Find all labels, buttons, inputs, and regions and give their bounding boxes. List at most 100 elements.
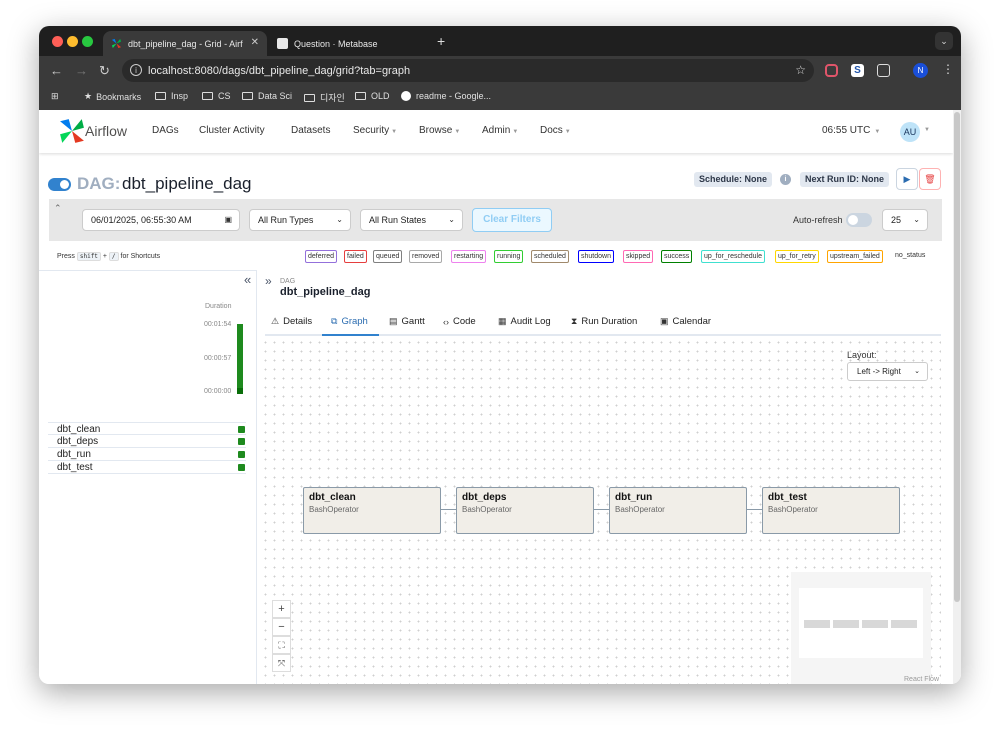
browser-tab-airflow[interactable]: dbt_pipeline_dag - Grid - Airf ✕ xyxy=(103,31,267,56)
back-arrow-icon[interactable]: ← xyxy=(50,63,63,78)
site-info-icon[interactable]: i xyxy=(130,64,142,76)
user-avatar[interactable]: AU xyxy=(900,122,920,142)
airflow-logo-icon[interactable] xyxy=(59,118,84,143)
auto-refresh-switch[interactable] xyxy=(846,213,872,227)
nav-docs[interactable]: Docs ▼ xyxy=(540,125,571,136)
zoom-in-button[interactable]: + xyxy=(272,600,291,618)
tab-search-chevron-icon[interactable]: ⌄ xyxy=(935,32,953,50)
tab-details[interactable]: ⚠ Details xyxy=(271,316,312,327)
collapse-panel-icon[interactable]: « xyxy=(244,272,251,287)
state-legend-success[interactable]: success xyxy=(661,250,693,263)
task-node-dbt-deps[interactable]: dbt_deps BashOperator xyxy=(456,487,594,534)
bookmark-item[interactable]: 디자인 xyxy=(304,91,345,104)
task-node-dbt-test[interactable]: dbt_test BashOperator xyxy=(762,487,900,534)
expand-panel-icon[interactable]: » xyxy=(265,274,272,288)
fit-view-icon[interactable]: ⛶ xyxy=(272,636,291,654)
state-legend-removed[interactable]: removed xyxy=(409,250,443,263)
bookmark-item[interactable]: readme - Google... xyxy=(401,91,491,101)
maximize-window-button[interactable] xyxy=(82,36,93,47)
address-bar[interactable]: i localhost:8080/dags/dbt_pipeline_dag/g… xyxy=(122,59,814,82)
run-limit-select[interactable]: 25 ⌄ xyxy=(882,209,928,231)
state-legend-queued[interactable]: queued xyxy=(373,250,403,263)
task-row[interactable]: dbt_clean xyxy=(48,422,246,435)
info-icon[interactable]: i xyxy=(780,174,791,185)
browser-tab-metabase[interactable]: Question · Metabase xyxy=(269,31,433,56)
state-legend-deferred[interactable]: deferred xyxy=(305,250,338,263)
trigger-dag-button[interactable]: ▶ xyxy=(896,168,918,190)
tab-run-duration[interactable]: ⧗ Run Duration xyxy=(571,316,637,327)
forward-arrow-icon[interactable]: → xyxy=(75,63,88,78)
close-window-button[interactable] xyxy=(52,36,63,47)
task-node-dbt-run[interactable]: dbt_run BashOperator xyxy=(609,487,747,534)
layout-select[interactable]: Left -> Right ⌄ xyxy=(847,362,928,381)
state-legend-shutdown[interactable]: shutdown xyxy=(578,250,614,263)
task-row[interactable]: dbt_run xyxy=(48,448,246,461)
new-tab-button[interactable]: + xyxy=(437,33,445,49)
chevron-down-icon[interactable]: ▼ xyxy=(924,127,930,133)
scrollbar-thumb[interactable] xyxy=(954,112,960,602)
state-legend-skipped[interactable]: skipped xyxy=(623,250,654,263)
breadcrumb-label: DAG xyxy=(280,278,296,285)
nav-dags[interactable]: DAGs xyxy=(152,125,179,136)
run-states-select[interactable]: All Run States ⌄ xyxy=(360,209,463,231)
breadcrumb-dag-name[interactable]: dbt_pipeline_dag xyxy=(280,286,370,298)
task-instance-success-square[interactable] xyxy=(238,426,245,433)
task-row[interactable]: dbt_test xyxy=(48,461,246,474)
nav-admin[interactable]: Admin ▼ xyxy=(482,125,518,136)
browser-menu-icon[interactable]: ⋮ xyxy=(942,62,954,76)
state-legend-running[interactable]: running xyxy=(494,250,524,263)
brand-text[interactable]: Airflow xyxy=(85,123,127,139)
bookmark-item[interactable]: OLD xyxy=(355,91,390,101)
tab-gantt[interactable]: ▤ Gantt xyxy=(389,316,425,327)
bookmark-item[interactable]: Data Sci xyxy=(242,91,292,101)
tab-close-icon[interactable]: ✕ xyxy=(251,37,259,48)
task-instance-success-square[interactable] xyxy=(238,438,245,445)
minimize-window-button[interactable] xyxy=(67,36,78,47)
zoom-out-button[interactable]: − xyxy=(272,618,291,636)
state-legend-upstream-failed[interactable]: upstream_failed xyxy=(827,250,883,263)
state-legend-up-for-retry[interactable]: up_for_retry xyxy=(775,250,819,263)
bookmark-item[interactable]: ★ Bookmarks xyxy=(84,91,141,102)
extensions-puzzle-icon[interactable] xyxy=(877,64,890,77)
s-extension-icon[interactable]: S xyxy=(851,64,864,77)
calendar-icon[interactable]: ▣ xyxy=(224,210,232,230)
state-legend-restarting[interactable]: restarting xyxy=(451,250,487,263)
run-status-marker[interactable] xyxy=(237,388,243,394)
bookmark-star-icon[interactable]: ☆ xyxy=(795,63,806,77)
profile-avatar[interactable]: N xyxy=(913,63,928,78)
fullscreen-icon[interactable]: ⤧ xyxy=(272,654,291,672)
state-legend-scheduled[interactable]: scheduled xyxy=(531,250,569,263)
play-icon: ▶ xyxy=(903,174,911,184)
bookmark-item[interactable]: Insp xyxy=(155,91,188,101)
nav-datasets[interactable]: Datasets xyxy=(291,125,330,136)
bookmark-item[interactable]: CS xyxy=(202,91,231,101)
tab-code[interactable]: ‹› Code xyxy=(443,316,476,327)
clear-filters-button[interactable]: Clear Filters xyxy=(472,208,552,232)
state-legend-failed[interactable]: failed xyxy=(344,250,367,263)
tab-graph[interactable]: ⧉ Graph xyxy=(331,316,368,327)
nav-security[interactable]: Security ▼ xyxy=(353,125,397,136)
react-flow-attribution[interactable]: React Flow xyxy=(904,676,939,683)
task-row[interactable]: dbt_deps xyxy=(48,435,246,448)
nav-cluster-activity[interactable]: Cluster Activity xyxy=(199,125,265,136)
shift-key: shift xyxy=(76,252,101,261)
base-date-input[interactable]: 06/01/2025, 06:55:30 AM ▣ xyxy=(82,209,240,231)
pocket-icon[interactable] xyxy=(825,64,838,77)
utc-clock[interactable]: 06:55 UTC ▼ xyxy=(822,125,880,136)
collapse-up-icon[interactable]: ⌃ xyxy=(54,203,62,214)
state-legend-up-for-reschedule[interactable]: up_for_reschedule xyxy=(701,250,765,263)
delete-dag-button[interactable]: 🗑 xyxy=(919,168,941,190)
run-duration-bar[interactable] xyxy=(237,324,243,393)
graph-edge xyxy=(747,509,762,510)
tab-audit-log[interactable]: ▦ Audit Log xyxy=(498,316,551,327)
tab-calendar[interactable]: ▣ Calendar xyxy=(660,316,711,327)
state-legend-no-status[interactable]: no_status xyxy=(895,252,925,259)
run-types-select[interactable]: All Run Types ⌄ xyxy=(249,209,351,231)
dag-pause-toggle[interactable] xyxy=(48,178,71,191)
task-node-dbt-clean[interactable]: dbt_clean BashOperator xyxy=(303,487,441,534)
task-instance-success-square[interactable] xyxy=(238,464,245,471)
task-instance-success-square[interactable] xyxy=(238,451,245,458)
nav-browse[interactable]: Browse ▼ xyxy=(419,125,460,136)
reload-icon[interactable]: ↻ xyxy=(99,63,110,79)
apps-grid-icon[interactable]: ⊞ xyxy=(51,91,59,102)
